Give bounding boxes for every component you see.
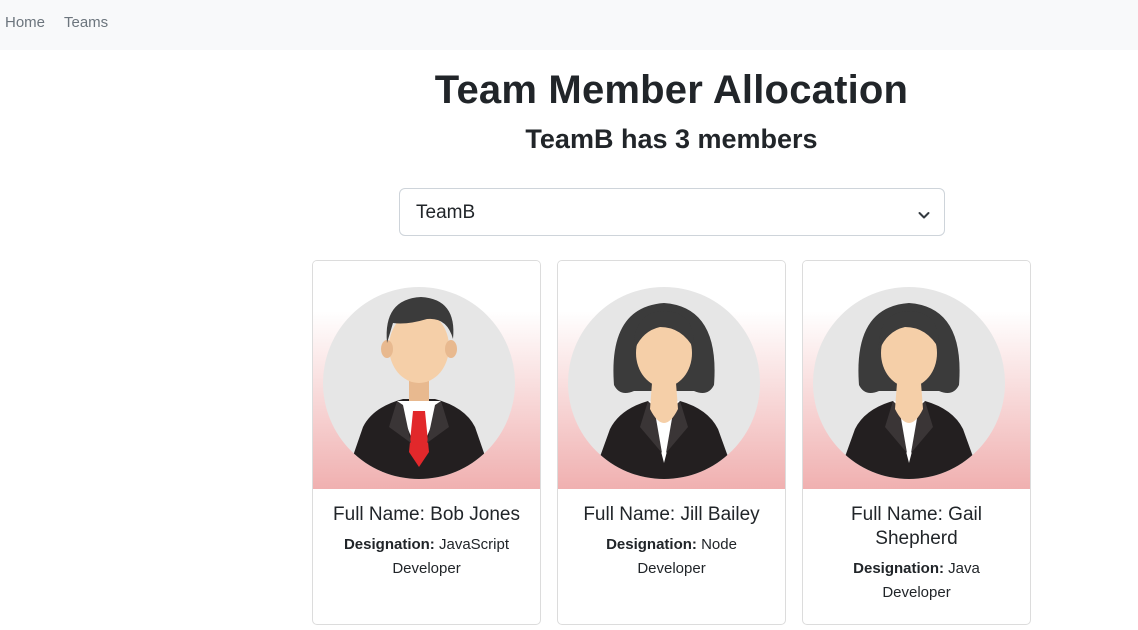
female-avatar-icon	[813, 287, 1005, 479]
team-select-value: TeamB	[416, 202, 476, 223]
member-avatar	[803, 261, 1030, 489]
navbar: Home Teams	[0, 0, 1138, 50]
team-count-subtitle: TeamB has 3 members	[525, 124, 818, 154]
designation-label: Designation:	[343, 536, 435, 553]
member-name: Full Name: Jill Bailey	[583, 504, 760, 525]
member-avatar	[313, 261, 540, 489]
designation-label: Designation:	[606, 536, 697, 553]
member-card[interactable]: Full Name: Gail Shepherd Designation: Ja…	[802, 260, 1031, 625]
female-avatar-icon	[568, 287, 760, 479]
designation-label: Designation:	[853, 560, 944, 577]
member-avatar	[558, 261, 785, 489]
chevron-down-icon	[918, 207, 930, 225]
member-designation: Designation: Java Developer	[823, 557, 1010, 605]
page-title: Team Member Allocation	[434, 68, 909, 112]
male-avatar-icon	[323, 287, 515, 479]
member-card[interactable]: Full Name: Bob Jones Designation: JavaSc…	[312, 260, 541, 625]
team-select[interactable]: TeamB	[399, 188, 945, 236]
nav-home-link[interactable]: Home	[5, 14, 45, 31]
member-designation: Designation: Node Developer	[578, 533, 765, 581]
member-name: Full Name: Gail Shepherd	[851, 504, 982, 549]
member-designation: Designation: JavaScript Developer	[333, 533, 520, 581]
nav-teams-link[interactable]: Teams	[64, 14, 108, 31]
member-card[interactable]: Full Name: Jill Bailey Designation: Node…	[557, 260, 786, 625]
member-name: Full Name: Bob Jones	[333, 504, 520, 525]
